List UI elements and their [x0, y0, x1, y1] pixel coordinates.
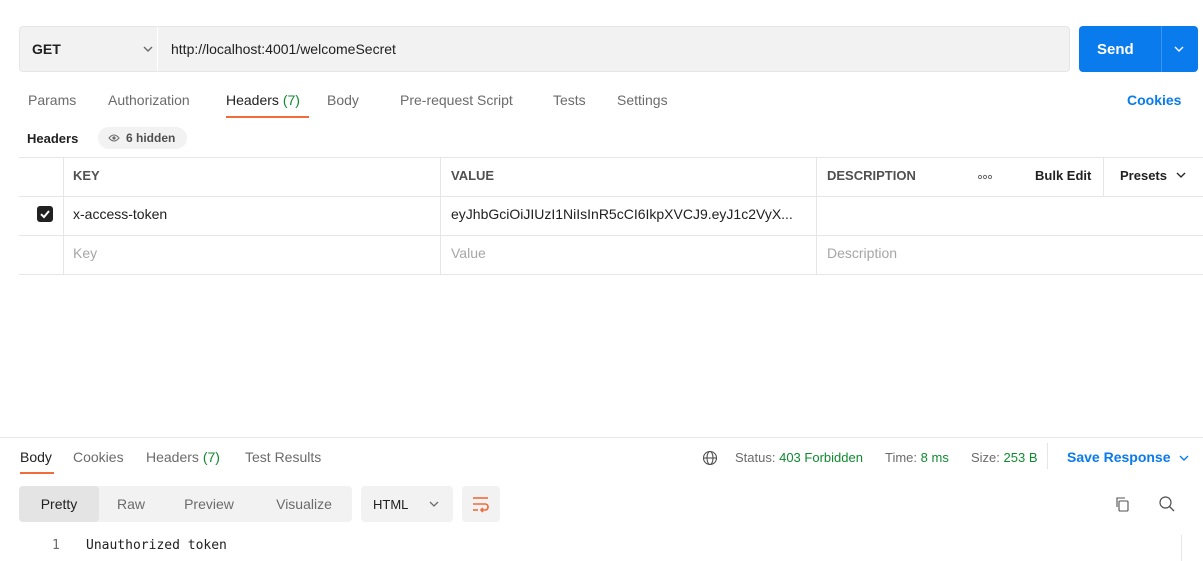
- globe-icon[interactable]: [702, 450, 718, 466]
- header-value-cell[interactable]: eyJhbGciOiJIUzI1NiIsInR5cCI6IkpXVCJ9.eyJ…: [451, 206, 793, 222]
- table-column-divider: [1103, 157, 1104, 197]
- time-label: Time:: [885, 450, 918, 465]
- chevron-down-icon: [429, 501, 439, 507]
- save-response-button[interactable]: Save Response: [1067, 449, 1171, 465]
- send-label: Send: [1097, 40, 1134, 58]
- presets-dropdown[interactable]: Presets: [1120, 168, 1186, 183]
- send-divider: [1161, 26, 1162, 72]
- response-tab-test-results[interactable]: Test Results: [245, 449, 321, 465]
- view-mode-pretty[interactable]: Pretty: [19, 486, 99, 522]
- chevron-down-icon[interactable]: [1179, 453, 1189, 463]
- response-tab-body[interactable]: Body: [20, 449, 52, 465]
- url-input[interactable]: http://localhost:4001/welcomeSecret: [171, 27, 396, 71]
- tab-authorization[interactable]: Authorization: [108, 92, 190, 112]
- header-enabled-checkbox[interactable]: [37, 206, 53, 222]
- method-select[interactable]: GET: [32, 27, 153, 71]
- send-button[interactable]: Send: [1079, 26, 1198, 72]
- view-mode-raw[interactable]: Raw: [101, 486, 161, 522]
- method-divider: [157, 27, 158, 71]
- header-key-cell[interactable]: x-access-token: [73, 206, 167, 222]
- new-description-input[interactable]: Description: [827, 245, 897, 261]
- chevron-down-icon[interactable]: [1173, 43, 1185, 55]
- chevron-down-icon: [143, 46, 153, 52]
- status-value: 403 Forbidden: [779, 450, 863, 465]
- response-tab-headers-count: (7): [202, 449, 220, 465]
- response-tab-headers[interactable]: Headers (7): [146, 449, 220, 465]
- format-label: HTML: [373, 496, 409, 512]
- table-column-divider: [816, 157, 817, 275]
- response-tab-headers-label: Headers: [146, 449, 199, 465]
- response-status[interactable]: Status: 403 Forbidden: [735, 450, 863, 465]
- tab-headers-count: (7): [282, 92, 300, 108]
- size-value: 253 B: [1003, 450, 1038, 465]
- presets-label: Presets: [1120, 168, 1167, 183]
- time-value: 8 ms: [920, 450, 949, 465]
- search-icon[interactable]: [1158, 495, 1176, 513]
- response-time[interactable]: Time: 8 ms: [885, 450, 949, 465]
- wrap-lines-icon: [473, 497, 489, 513]
- wrap-lines-button[interactable]: [462, 486, 500, 522]
- headers-section-label: Headers: [27, 131, 79, 146]
- view-mode-visualize[interactable]: Visualize: [259, 486, 349, 522]
- copy-icon[interactable]: [1114, 496, 1130, 512]
- tab-pre-request-script[interactable]: Pre-request Script: [400, 92, 513, 112]
- response-line: Unauthorized token: [86, 538, 227, 553]
- method-label: GET: [32, 41, 61, 57]
- table-column-divider: [440, 157, 441, 275]
- tab-tests[interactable]: Tests: [553, 92, 586, 112]
- response-pane-divider[interactable]: [0, 437, 1203, 438]
- scrollbar[interactable]: [1181, 535, 1203, 561]
- new-value-input[interactable]: Value: [451, 245, 486, 261]
- table-border: [19, 274, 1203, 275]
- eye-icon: [108, 134, 120, 142]
- column-header-value: VALUE: [451, 168, 495, 183]
- active-response-tab-indicator: [20, 472, 54, 474]
- response-tab-cookies[interactable]: Cookies: [73, 449, 124, 465]
- tab-params[interactable]: Params: [28, 92, 76, 112]
- table-column-divider: [63, 157, 64, 275]
- view-mode-preview[interactable]: Preview: [169, 486, 249, 522]
- active-tab-indicator: [226, 116, 309, 118]
- column-header-description: DESCRIPTION: [827, 168, 916, 183]
- bulk-edit-button[interactable]: Bulk Edit: [1035, 168, 1091, 183]
- size-label: Size:: [971, 450, 1000, 465]
- table-border: [19, 196, 1203, 197]
- response-size[interactable]: Size: 253 B: [971, 450, 1038, 465]
- status-label: Status:: [735, 450, 776, 465]
- tab-headers[interactable]: Headers (7): [226, 92, 300, 112]
- tab-body[interactable]: Body: [327, 92, 359, 112]
- tab-headers-label: Headers: [226, 92, 279, 108]
- new-key-input[interactable]: Key: [73, 245, 97, 261]
- view-mode-selector: Pretty Raw Preview Visualize: [19, 486, 352, 522]
- hidden-headers-toggle[interactable]: 6 hidden: [98, 127, 188, 149]
- save-divider: [1047, 443, 1048, 469]
- chevron-down-icon: [1176, 172, 1186, 178]
- url-bar: GET http://localhost:4001/welcomeSecret: [19, 26, 1070, 72]
- line-number: 1: [52, 538, 60, 553]
- tab-settings[interactable]: Settings: [617, 92, 668, 112]
- hidden-headers-count: 6 hidden: [126, 131, 176, 145]
- cookies-link[interactable]: Cookies: [1127, 92, 1181, 108]
- table-border-top: [19, 157, 1203, 158]
- table-border: [19, 235, 1203, 236]
- column-header-key: KEY: [73, 168, 100, 183]
- check-icon: [40, 210, 50, 219]
- format-select[interactable]: HTML: [361, 486, 453, 522]
- more-horizontal-icon[interactable]: [978, 174, 992, 180]
